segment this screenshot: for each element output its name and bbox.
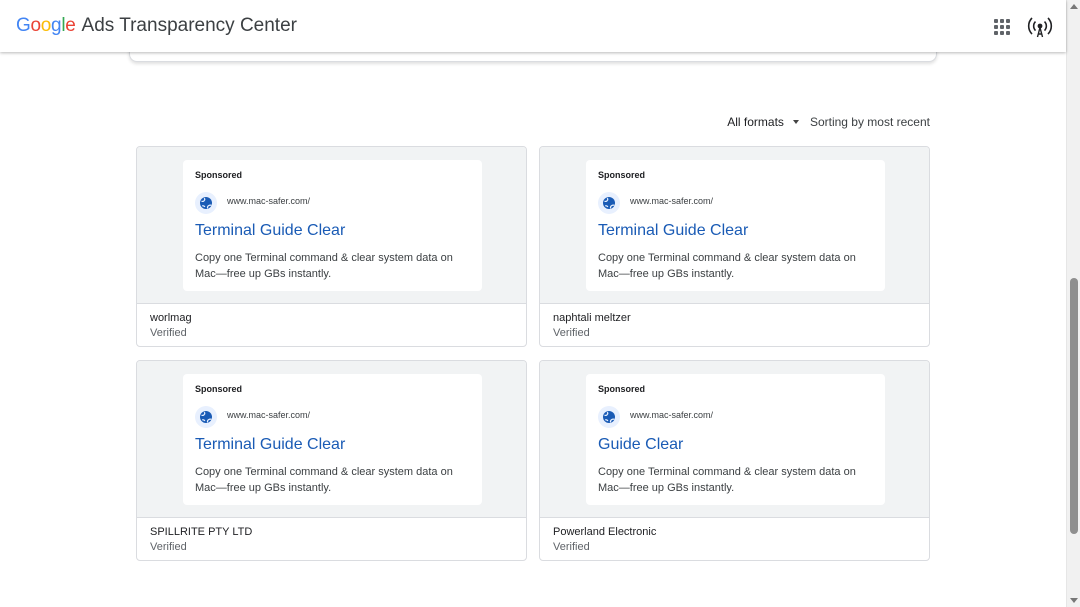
ad-preview: Sponsored www.mac-safer.com/ Terminal Gu… xyxy=(540,147,929,304)
scrollbar-thumb[interactable] xyxy=(1070,278,1078,534)
verification-status: Verified xyxy=(553,327,590,339)
advertiser-name: naphtali meltzer xyxy=(553,312,631,324)
ad-display-url: www.mac-safer.com/ xyxy=(630,410,714,420)
ad-headline: Terminal Guide Clear xyxy=(598,222,749,239)
apps-grid-icon[interactable] xyxy=(990,15,1012,37)
results-toolbar: All formats Sorting by most recent xyxy=(727,112,930,132)
verification-status: Verified xyxy=(150,327,187,339)
app-title: Ads Transparency Center xyxy=(81,15,297,36)
verification-status: Verified xyxy=(150,541,187,553)
dropdown-caret-icon xyxy=(792,120,799,124)
logo-letter: g xyxy=(51,15,62,36)
sort-label: Sorting by most recent xyxy=(809,115,930,129)
format-filter-dropdown[interactable]: All formats xyxy=(727,112,799,132)
ad-description: Copy one Terminal command & clear system… xyxy=(598,252,856,280)
globe-icon xyxy=(195,192,217,214)
ad-card[interactable]: Sponsored www.mac-safer.com/ Guide Clear… xyxy=(539,360,930,561)
broadcast-icon[interactable] xyxy=(1026,12,1054,40)
sponsored-label: Sponsored xyxy=(195,384,243,394)
globe-icon xyxy=(598,192,620,214)
verification-status: Verified xyxy=(553,541,590,553)
format-filter-label: All formats xyxy=(727,115,784,129)
text-ad: Sponsored www.mac-safer.com/ Terminal Gu… xyxy=(183,374,482,505)
sponsored-label: Sponsored xyxy=(598,170,646,180)
ad-headline: Terminal Guide Clear xyxy=(195,222,346,239)
ad-display-url: www.mac-safer.com/ xyxy=(630,196,714,206)
logo-letter: e xyxy=(65,15,76,36)
advertiser-name: SPILLRITE PTY LTD xyxy=(150,526,253,538)
ad-display-url: www.mac-safer.com/ xyxy=(227,410,311,420)
ad-description: Copy one Terminal command & clear system… xyxy=(598,466,856,494)
ad-card[interactable]: Sponsored www.mac-safer.com/ Terminal Gu… xyxy=(136,146,527,347)
logo-letter: o xyxy=(30,15,41,36)
top-app-bar: Google Ads Transparency Center xyxy=(0,0,1066,52)
logo-letter: G xyxy=(16,15,31,36)
ad-preview: Sponsored www.mac-safer.com/ Terminal Gu… xyxy=(137,361,526,518)
ad-card[interactable]: Sponsored www.mac-safer.com/ Terminal Gu… xyxy=(539,146,930,347)
sponsored-label: Sponsored xyxy=(195,170,243,180)
page-scrollbar[interactable] xyxy=(1066,0,1080,607)
ad-headline: Terminal Guide Clear xyxy=(195,436,346,453)
ad-preview: Sponsored www.mac-safer.com/ Terminal Gu… xyxy=(137,147,526,304)
ad-preview: Sponsored www.mac-safer.com/ Guide Clear… xyxy=(540,361,929,518)
text-ad: Sponsored www.mac-safer.com/ Guide Clear… xyxy=(586,374,885,505)
scroll-down-arrow-icon[interactable] xyxy=(1070,598,1078,603)
globe-icon xyxy=(598,406,620,428)
logo-letter: o xyxy=(40,15,52,36)
advertiser-name: Powerland Electronic xyxy=(553,526,657,538)
text-ad: Sponsored www.mac-safer.com/ Terminal Gu… xyxy=(586,160,885,291)
ad-headline: Guide Clear xyxy=(598,436,684,453)
scroll-up-arrow-icon[interactable] xyxy=(1070,4,1078,9)
google-wordmark: Google xyxy=(16,14,76,38)
globe-icon xyxy=(195,406,217,428)
ad-card[interactable]: Sponsored www.mac-safer.com/ Terminal Gu… xyxy=(136,360,527,561)
ad-description: Copy one Terminal command & clear system… xyxy=(195,252,453,280)
sponsored-label: Sponsored xyxy=(598,384,646,394)
ad-display-url: www.mac-safer.com/ xyxy=(227,196,311,206)
advertiser-name: worlmag xyxy=(150,312,192,324)
google-ads-transparency-logo[interactable]: Google Ads Transparency Center xyxy=(16,14,297,38)
ad-description: Copy one Terminal command & clear system… xyxy=(195,466,453,494)
text-ad: Sponsored www.mac-safer.com/ Terminal Gu… xyxy=(183,160,482,291)
